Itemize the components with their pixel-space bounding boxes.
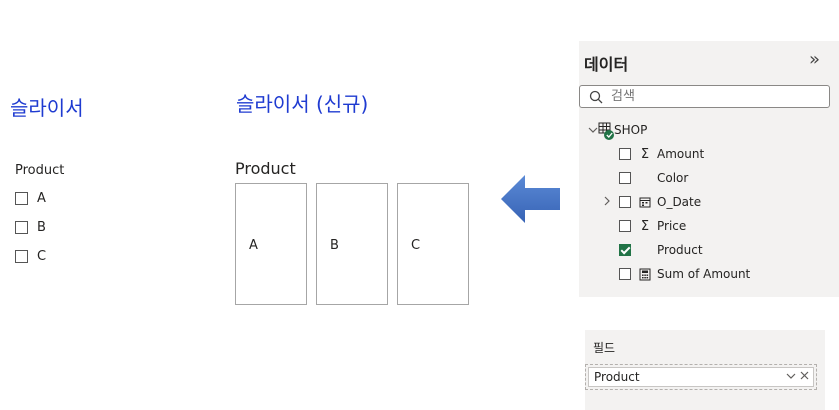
field-chip-actions[interactable]: [786, 369, 809, 383]
check-badge-icon: [604, 130, 614, 140]
search-icon: [589, 90, 603, 104]
field-checkbox-checked[interactable]: [619, 244, 631, 256]
field-label: Sum of Amount: [657, 267, 751, 281]
field-chip-label: Product: [594, 370, 640, 384]
sigma-icon: Σ: [640, 218, 650, 234]
slicer-item-c[interactable]: C: [15, 246, 46, 266]
field-row-price[interactable]: Σ Price: [619, 216, 686, 236]
field-checkbox[interactable]: [619, 148, 631, 160]
tile-label: A: [249, 238, 258, 253]
checkbox[interactable]: [15, 191, 28, 205]
checkbox[interactable]: [15, 249, 28, 263]
field-row-product[interactable]: Product: [619, 240, 703, 260]
slicer-item-label: A: [37, 190, 46, 206]
field-chip-product[interactable]: Product: [585, 364, 817, 390]
search-field[interactable]: [579, 85, 830, 108]
chevron-down-icon[interactable]: [588, 123, 598, 137]
slicer-item-b[interactable]: B: [15, 217, 46, 237]
field-checkbox[interactable]: [619, 268, 631, 280]
slicer-tile-a[interactable]: A: [235, 183, 307, 305]
chevron-down-icon[interactable]: [786, 369, 800, 383]
sigma-icon: Σ: [640, 146, 650, 162]
field-checkbox[interactable]: [619, 220, 631, 232]
table-icon: [598, 122, 614, 140]
slicer-tile-b[interactable]: B: [316, 183, 388, 305]
field-checkbox[interactable]: [619, 172, 631, 184]
field-label: Price: [657, 219, 687, 233]
field-checkbox[interactable]: [619, 196, 631, 208]
close-icon[interactable]: [800, 369, 809, 383]
data-pane: 데이터 » SHOP Σ Amount Color: [579, 41, 839, 297]
new-slicer-field-header: Product: [235, 159, 296, 178]
field-row-amount[interactable]: Σ Amount: [619, 144, 704, 164]
checkbox[interactable]: [15, 220, 28, 234]
chevron-right-icon[interactable]: [603, 195, 619, 209]
table-row-shop[interactable]: SHOP: [588, 120, 647, 140]
field-label: Product: [657, 243, 703, 257]
field-label: Amount: [657, 147, 705, 161]
field-row-color[interactable]: Color: [619, 168, 688, 188]
collapse-pane-icon[interactable]: »: [809, 49, 820, 70]
slicer-item-a[interactable]: A: [15, 188, 46, 208]
field-row-sum-of-amount[interactable]: Sum of Amount: [619, 264, 750, 284]
tile-label: B: [330, 238, 339, 253]
left-arrow-icon: [501, 175, 560, 223]
search-input[interactable]: [609, 88, 813, 105]
classic-slicer-list: A B C: [15, 188, 46, 266]
table-name: SHOP: [614, 123, 648, 137]
slicer-tile-c[interactable]: C: [397, 183, 469, 305]
classic-slicer-title: 슬라이서: [10, 96, 84, 120]
fields-well-title: 필드: [593, 341, 616, 355]
calendar-icon: [638, 196, 652, 208]
data-pane-title: 데이터: [584, 55, 629, 74]
calculator-icon: [638, 268, 652, 281]
field-label: O_Date: [657, 195, 702, 209]
slicer-item-label: B: [37, 219, 46, 235]
new-slicer-title: 슬라이서 (신규): [236, 92, 369, 116]
tile-label: C: [411, 238, 421, 253]
slicer-item-label: C: [37, 248, 47, 264]
classic-slicer-field-header: Product: [15, 163, 65, 178]
field-label: Color: [657, 171, 689, 185]
fields-well: 필드 Product: [585, 330, 825, 410]
field-row-o-date[interactable]: O_Date: [603, 192, 701, 212]
